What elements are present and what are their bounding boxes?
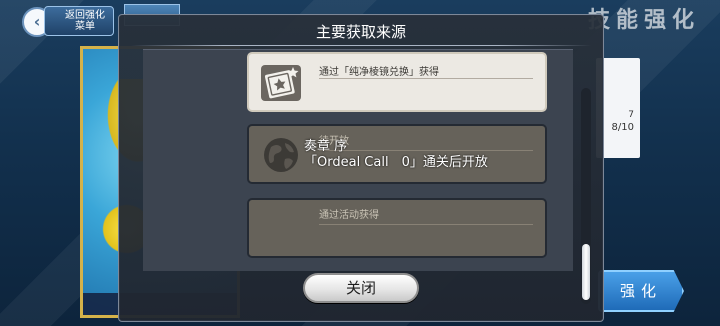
item-divider: [319, 78, 533, 79]
item-divider: [319, 224, 533, 225]
source-item-label: 通过「纯净棱镜兑换」获得: [319, 67, 439, 78]
title-divider: [131, 45, 591, 46]
acquisition-source-dialog: 主要获取来源 通过「纯净棱镜兑换」获得 待开放 通过活动获得 奏章 序 「Ord…: [118, 14, 604, 322]
back-to-enhance-menu-button[interactable]: 返回强化 菜单: [44, 6, 114, 36]
enhance-button[interactable]: 强化: [598, 270, 684, 312]
dialog-title: 主要获取来源: [315, 23, 406, 41]
globe-icon: [264, 138, 298, 172]
list-scrollbar[interactable]: [581, 88, 591, 304]
unlock-requirement: 「Ordeal Call 0」通关后开放: [304, 155, 488, 170]
scrollbar-thumb[interactable]: [582, 244, 590, 300]
close-button[interactable]: 关闭: [303, 273, 419, 303]
source-item-prism-exchange[interactable]: 通过「纯净棱镜兑换」获得: [247, 52, 547, 112]
screen-title: 技能强化: [587, 8, 700, 33]
source-item-label: 通过活动获得: [319, 210, 379, 221]
unlock-condition-text: 奏章 序 「Ordeal Call 0」通关后开放: [304, 139, 488, 171]
unlock-chapter: 奏章 序: [304, 139, 348, 154]
source-item-event[interactable]: 通过活动获得: [247, 198, 547, 258]
star-card-icon: [261, 65, 301, 101]
